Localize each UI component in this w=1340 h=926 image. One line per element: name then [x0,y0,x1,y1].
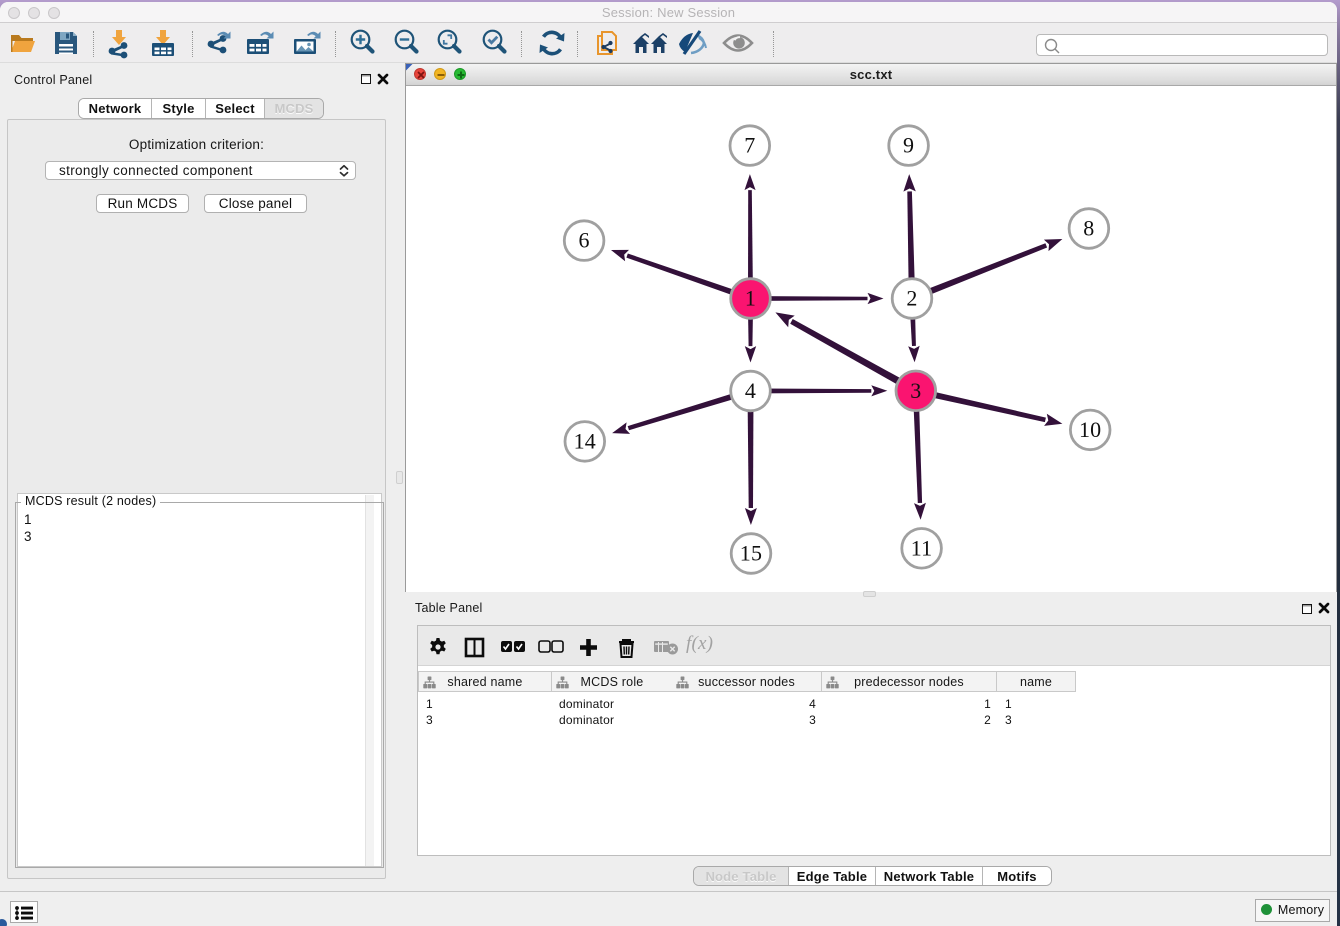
svg-text:2: 2 [906,286,917,311]
svg-text:11: 11 [911,535,933,560]
svg-text:15: 15 [740,541,762,566]
svg-text:1: 1 [745,286,756,311]
svg-text:6: 6 [578,228,589,253]
svg-text:4: 4 [745,378,756,403]
svg-text:9: 9 [903,133,914,158]
svg-text:14: 14 [574,428,596,453]
svg-text:10: 10 [1079,417,1101,442]
svg-text:7: 7 [744,133,755,158]
svg-text:3: 3 [910,378,921,403]
svg-text:8: 8 [1083,216,1094,241]
